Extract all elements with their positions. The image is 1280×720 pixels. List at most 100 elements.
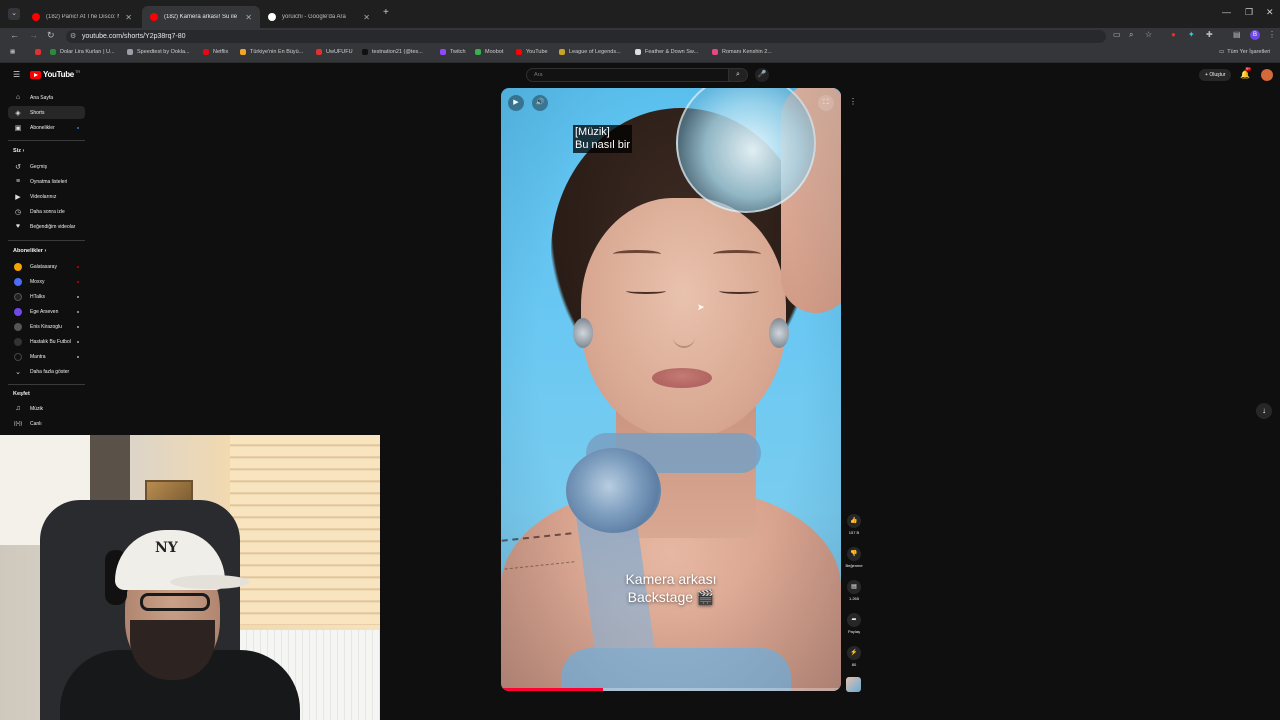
address-bar[interactable]: ⚙ youtube.com/shorts/Y2p38rq7-80 [66, 30, 1106, 43]
close-tab-icon[interactable]: ✕ [363, 13, 370, 22]
voice-search-button[interactable]: 🎤 [755, 68, 769, 82]
show-more-button[interactable]: ⌄ Daha fazla göster [8, 365, 85, 378]
extensions-puzzle-icon[interactable]: ✚ [1206, 30, 1213, 39]
browser-toolbar: ← → ↻ ⚙ youtube.com/shorts/Y2p38rq7-80 ▭… [0, 28, 1280, 45]
apps-icon[interactable]: ▦ [10, 49, 15, 55]
thumbs-up-icon: 👍 [847, 514, 861, 528]
webcam-window-blinds [230, 435, 380, 625]
sidebar-item-playlists[interactable]: ≡ Oynatma listeleri [8, 175, 85, 188]
sidebar-channel-enis-kirazoglu[interactable]: Enis Kirazoglu [8, 320, 85, 333]
hamburger-menu-icon[interactable]: ☰ [13, 70, 20, 79]
share-button[interactable]: ➦ Paylaş [844, 613, 864, 634]
search-button[interactable]: ⌕ [728, 68, 748, 82]
shorts-video-player[interactable]: ▶ 🔊 ⛶ [Müzik] Bu nasıl bir Kamera arkası… [501, 88, 841, 691]
like-button[interactable]: 👍 157 B [844, 514, 864, 535]
sidebar-item-history[interactable]: ↺ Geçmiş [8, 160, 85, 173]
sidebar-item-home[interactable]: ⌂ Ana Sayfa [8, 91, 85, 104]
menu-kebab-icon[interactable]: ⋮ [1268, 30, 1276, 39]
bookmark-label: League of Legends... [569, 49, 621, 55]
cast-icon[interactable]: ▭ [1113, 30, 1121, 39]
sidebar-channel-htalks[interactable]: HTalks [8, 290, 85, 303]
share-icon: ➦ [847, 613, 861, 627]
reload-icon[interactable]: ↻ [47, 30, 55, 41]
bookmark[interactable] [35, 49, 45, 55]
bookmark[interactable]: Türkiye'nin En Büyü... [240, 49, 303, 55]
video-progress-bar[interactable] [501, 688, 841, 691]
youtube-logo[interactable]: YouTube TR [30, 69, 80, 79]
sidebar-channel-galatasaray[interactable]: Galatasaray [8, 260, 85, 273]
fullscreen-button[interactable]: ⛶ [818, 95, 834, 111]
account-avatar[interactable] [1261, 69, 1273, 81]
profile-avatar-icon[interactable]: B [1250, 30, 1260, 40]
extension-icon[interactable]: ✦ [1188, 30, 1195, 39]
close-window-icon[interactable]: ✕ [1266, 7, 1274, 18]
caption-line: [Müzik] [575, 126, 610, 138]
youtube-favicon-icon [32, 13, 40, 21]
extension-icon[interactable]: ● [1171, 30, 1176, 39]
browser-tab-active[interactable]: (182) Kamera arkası! Su ile geç ✕ [142, 6, 260, 28]
sidebar-item-label: Daha sonra izle [30, 208, 65, 215]
minimize-window-icon[interactable]: — [1222, 7, 1231, 17]
dislike-button[interactable]: 👎 Beğenme [844, 547, 864, 568]
search-input[interactable]: Ara [526, 68, 729, 82]
bookmark-star-icon[interactable]: ☆ [1145, 30, 1152, 39]
sidebar-item-live[interactable]: ((•)) Canlı [8, 417, 85, 430]
section-heading-you[interactable]: Siz › [13, 148, 24, 154]
bookmark[interactable]: Dolar Lira Kurları | U... [50, 49, 115, 55]
bookmark[interactable]: Speedtest by Ookla... [127, 49, 190, 55]
section-heading-label: Abonelikler [13, 248, 43, 254]
mute-button[interactable]: 🔊 [532, 95, 548, 111]
notifications-bell-icon[interactable]: 🔔 [1240, 70, 1250, 79]
channel-avatar [14, 322, 22, 331]
sidebar-item-shorts[interactable]: ◈ Shorts [8, 106, 85, 119]
bookmark[interactable]: YouTube [516, 49, 548, 55]
live-dot [77, 280, 79, 283]
sidebar-item-watch-later[interactable]: ◷ Daha sonra izle [8, 205, 85, 218]
create-button[interactable]: + Oluştur [1199, 69, 1232, 81]
bookmarks-bar: ▦ Dolar Lira Kurları | U... Speedtest by… [0, 45, 1280, 63]
new-tab-button[interactable]: + [383, 7, 389, 18]
sound-thumbnail[interactable] [846, 677, 861, 692]
sidebar-channel-moxxy[interactable]: Moxxy [8, 275, 85, 288]
remix-icon: ⚡ [847, 646, 861, 660]
forward-icon[interactable]: → [29, 30, 38, 40]
reading-list-icon[interactable]: ▤ [1233, 30, 1241, 39]
close-tab-icon[interactable]: ✕ [245, 13, 252, 22]
watch-later-icon: ◷ [14, 208, 22, 216]
comments-button[interactable]: ▤ 1.265 [844, 580, 864, 601]
sidebar-channel-hastalik-bu-futbol[interactable]: Hastalık Bu Futbol [8, 335, 85, 348]
site-info-icon[interactable]: ⚙ [70, 30, 76, 43]
tab-search-button[interactable]: ⌄ [8, 8, 20, 20]
section-heading-subscriptions[interactable]: Abonelikler › [13, 248, 46, 254]
browser-tab[interactable]: yoruichi - Google'da Ara ✕ [260, 6, 378, 28]
next-video-button[interactable]: ↓ [1256, 403, 1272, 419]
remix-button[interactable]: ⚡ 80 [844, 646, 864, 667]
bookmark[interactable]: League of Legends... [559, 49, 621, 55]
bookmark-label: Speedtest by Ookla... [137, 49, 190, 55]
browser-tab[interactable]: (182) Panic! At The Disco: Miss ✕ [24, 6, 140, 28]
sidebar-item-subscriptions[interactable]: ▣ Abonelikler [8, 121, 85, 134]
comment-count: 1.265 [848, 596, 859, 601]
back-icon[interactable]: ← [10, 30, 19, 40]
bookmark[interactable]: UwUFUFU [316, 49, 353, 55]
close-tab-icon[interactable]: ✕ [125, 13, 132, 22]
bookmark[interactable]: Netflix [203, 49, 228, 55]
sidebar-item-music[interactable]: ♫ Müzik [8, 402, 85, 415]
bookmark[interactable]: Moobot [475, 49, 503, 55]
new-content-dot [77, 325, 79, 328]
bookmark[interactable]: Feather & Down Sw... [635, 49, 698, 55]
zoom-icon[interactable]: ⌕ [1129, 30, 1133, 40]
thumbs-down-icon: 👎 [847, 547, 861, 561]
bookmark[interactable]: testnation21 (@tes... [362, 49, 423, 55]
restore-window-icon[interactable]: ❐ [1245, 7, 1253, 18]
more-options-icon[interactable]: ⋮ [849, 97, 857, 106]
sidebar-item-liked-videos[interactable]: ♥ Beğendiğim videolar [8, 220, 85, 233]
play-button[interactable]: ▶ [508, 95, 524, 111]
sidebar-channel-ege-arseven[interactable]: Ege Arseven [8, 305, 85, 318]
all-bookmarks[interactable]: ▭ Tüm Yer İşaretleri [1219, 49, 1270, 55]
bookmark[interactable]: Twitch [440, 49, 466, 55]
bookmark-favicon-icon [35, 49, 41, 55]
sidebar-item-your-videos[interactable]: ▶ Videolarınız [8, 190, 85, 203]
sidebar-channel-mantra[interactable]: Mantra [8, 350, 85, 363]
bookmark[interactable]: Romanı Kenshin 2... [712, 49, 772, 55]
